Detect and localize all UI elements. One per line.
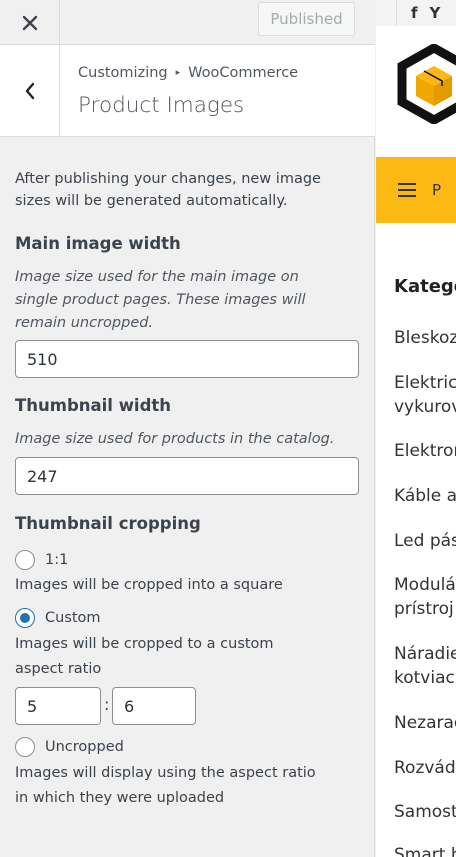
- category-item[interactable]: prístroj: [394, 597, 454, 621]
- category-item[interactable]: Samosta: [394, 800, 456, 824]
- back-button[interactable]: [0, 45, 60, 137]
- intro-text: After publishing your changes, new image…: [15, 171, 321, 209]
- breadcrumb: Customizing ▸ WooCommerce: [78, 65, 298, 81]
- radio-custom[interactable]: [15, 608, 35, 628]
- category-item[interactable]: Bleskoz: [394, 326, 456, 350]
- aspect-ratio-width-input[interactable]: 5: [15, 687, 101, 725]
- radio-1-1-label: 1:1: [45, 552, 69, 568]
- main-image-width-description: Image size used for the main image on si…: [15, 269, 306, 331]
- close-icon: [22, 15, 37, 30]
- category-item[interactable]: Náradie: [394, 642, 456, 666]
- hamburger-icon: [398, 183, 416, 197]
- breadcrumb-parent: Customizing: [78, 65, 168, 81]
- customizer-topbar: Published: [0, 0, 375, 45]
- social-bar: f Y: [376, 0, 456, 26]
- site-logo: [397, 44, 456, 124]
- main-image-width-label: Main image width: [15, 234, 181, 253]
- thumbnail-cropping-label: Thumbnail cropping: [15, 514, 201, 533]
- aspect-ratio-height-input[interactable]: 6: [112, 687, 196, 725]
- thumbnail-width-description: Image size used for products in the cata…: [15, 431, 335, 447]
- facebook-icon[interactable]: f: [411, 4, 418, 22]
- cropping-option-1-1[interactable]: 1:1: [15, 550, 68, 570]
- radio-custom-label: Custom: [45, 610, 101, 626]
- radio-uncropped[interactable]: [15, 737, 35, 757]
- published-button[interactable]: Published: [258, 2, 355, 36]
- chevron-left-icon: [25, 82, 34, 100]
- category-item[interactable]: Rozvádz: [394, 756, 456, 780]
- category-item[interactable]: Led pás: [394, 529, 456, 553]
- thumbnail-width-label: Thumbnail width: [15, 396, 172, 415]
- category-item[interactable]: Modulá: [394, 573, 456, 597]
- radio-1-1[interactable]: [15, 550, 35, 570]
- categories-title: Kategó: [394, 276, 456, 297]
- category-item[interactable]: Nezarad: [394, 711, 456, 735]
- cropping-uncropped-note-line2: in which they were uploaded: [15, 790, 225, 806]
- breadcrumb-child: WooCommerce: [188, 65, 299, 81]
- section-header: Customizing ▸ WooCommerce Product Images: [0, 45, 375, 137]
- menu-bar[interactable]: P: [376, 157, 456, 223]
- cropping-1-1-note: Images will be cropped into a square: [15, 577, 283, 593]
- site-preview: P Kategó Bleskoz Elektrick vykurov Elekt…: [376, 0, 456, 857]
- category-item[interactable]: Elektrick: [394, 371, 456, 395]
- customizer-panel: Published Customizing ▸ WooCommerce Produc…: [0, 0, 375, 857]
- cropping-uncropped-note-line1: Images will display using the aspect rat…: [15, 765, 316, 781]
- cropping-custom-note-line2: aspect ratio: [15, 661, 102, 677]
- category-item[interactable]: Elektron: [394, 439, 456, 463]
- category-item[interactable]: Smart h: [394, 843, 456, 857]
- main-image-width-input[interactable]: 510: [15, 340, 359, 378]
- menu-label: P: [432, 181, 442, 199]
- category-item[interactable]: vykurov: [394, 395, 456, 419]
- section-title: Product Images: [78, 93, 245, 118]
- social-links: f Y: [396, 0, 440, 26]
- category-item[interactable]: kotviaci: [394, 666, 456, 690]
- category-item[interactable]: Káble a: [394, 484, 456, 508]
- cropping-custom-note-line1: Images will be cropped to a custom: [15, 636, 274, 652]
- aspect-ratio-separator: :: [104, 695, 110, 714]
- thumbnail-width-input[interactable]: 247: [15, 457, 359, 495]
- close-button[interactable]: [0, 0, 60, 45]
- cropping-option-custom[interactable]: Custom: [15, 608, 101, 628]
- twitter-icon[interactable]: Y: [430, 4, 441, 22]
- radio-uncropped-label: Uncropped: [45, 739, 124, 755]
- breadcrumb-arrow-icon: ▸: [175, 68, 181, 78]
- cropping-option-uncropped[interactable]: Uncropped: [15, 737, 124, 757]
